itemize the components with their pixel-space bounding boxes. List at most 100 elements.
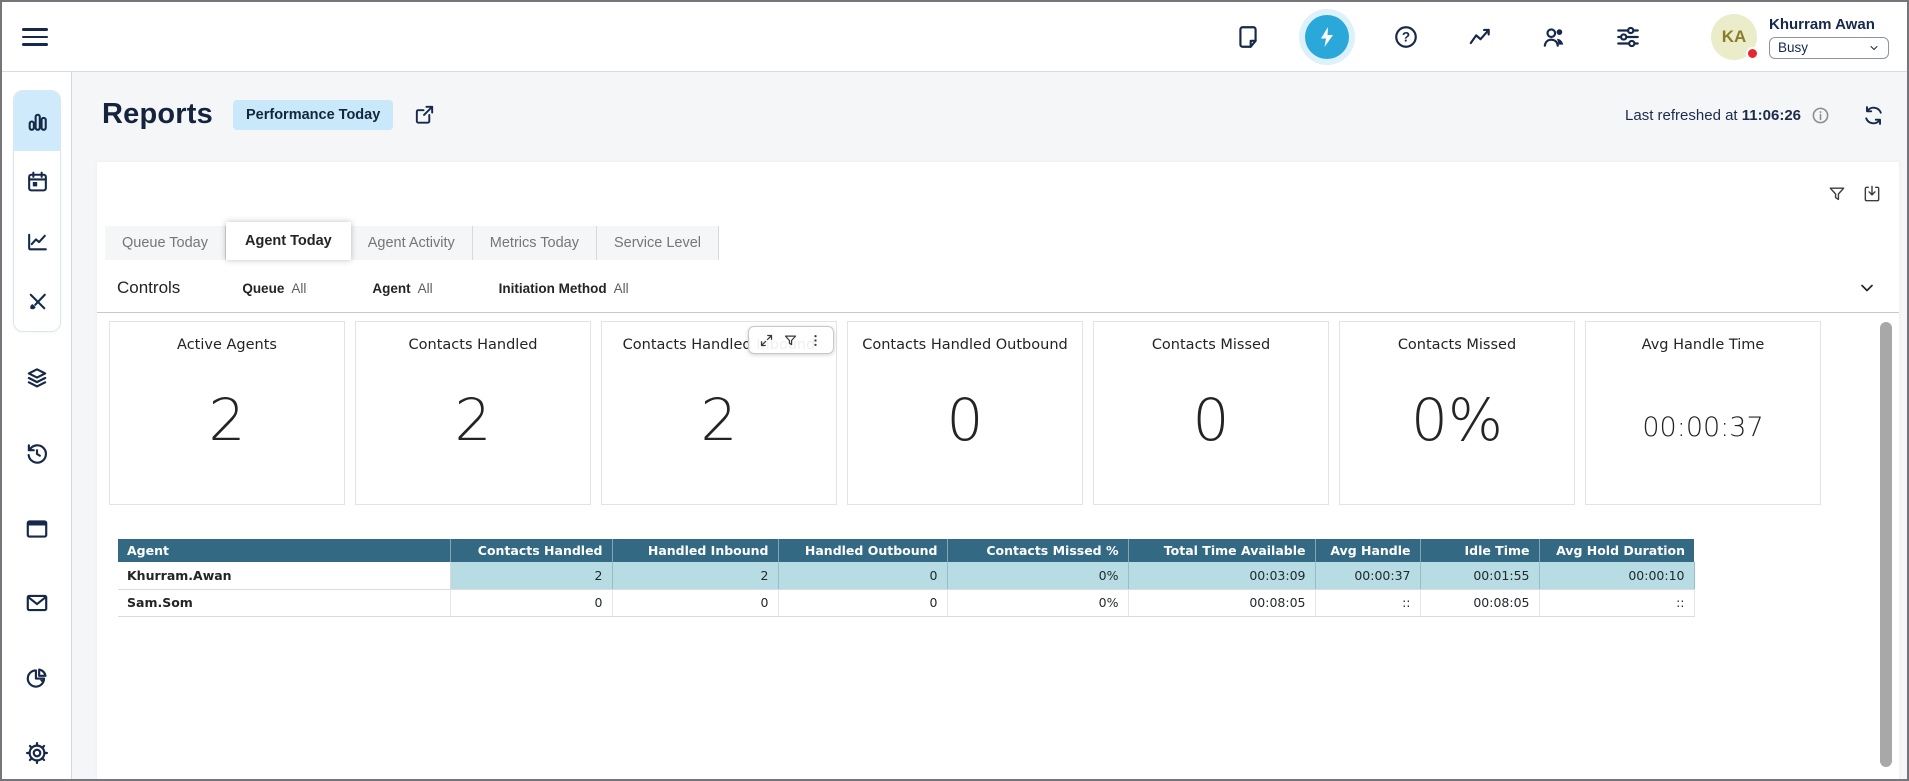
filter-agent[interactable]: Agent All [372, 281, 432, 296]
line-chart-icon [25, 229, 50, 254]
export-icon[interactable] [1862, 184, 1882, 204]
note-icon[interactable] [1235, 24, 1261, 50]
kpi-value: 0 [1094, 386, 1328, 454]
col-handled-inbound[interactable]: Handled Inbound [612, 539, 778, 562]
bar-chart-icon [25, 109, 50, 134]
kpi-value: 0 [848, 386, 1082, 454]
page-header: Reports Performance Today [102, 98, 436, 131]
controls-divider [97, 312, 1899, 313]
kpi-value: 2 [356, 386, 590, 454]
col-total-time-available[interactable]: Total Time Available [1128, 539, 1315, 562]
svg-text:?: ? [1402, 30, 1410, 45]
bolt-icon [1315, 25, 1339, 49]
kpi-card-contacts-missed: Contacts Missed 0 [1093, 321, 1329, 505]
last-refreshed: Last refreshed at 11:06:26 [1625, 104, 1885, 127]
kpi-card-active-agents: Active Agents 2 [109, 321, 345, 505]
report-toolbar [1827, 184, 1882, 204]
avatar-initials: KA [1722, 27, 1747, 47]
table-header-row: Agent Contacts Handled Handled Inbound H… [118, 539, 1694, 562]
chevron-down-icon [1868, 42, 1880, 54]
sidebar-item-settings[interactable] [24, 738, 50, 768]
external-link-icon[interactable] [413, 103, 436, 126]
sidebar-item-history[interactable] [24, 439, 50, 469]
status-dot [1746, 47, 1759, 60]
info-icon[interactable] [1811, 106, 1830, 125]
sidebar-item-historical-metrics[interactable] [14, 211, 60, 271]
status-select[interactable]: Busy [1769, 37, 1889, 59]
history-icon [24, 441, 50, 467]
kpi-card-contacts-handled: Contacts Handled 2 [355, 321, 591, 505]
pie-chart-icon [24, 665, 50, 691]
kpi-value: 2 [602, 386, 836, 454]
analytics-icon[interactable] [1467, 24, 1493, 50]
sidebar-item-messages[interactable] [24, 588, 50, 618]
col-idle-time[interactable]: Idle Time [1420, 539, 1539, 562]
sidebar-item-report-designer[interactable] [14, 271, 60, 331]
sidebar [2, 72, 72, 779]
col-avg-hold-duration[interactable]: Avg Hold Duration [1539, 539, 1694, 562]
calendar-icon [25, 169, 50, 194]
kpi-value: 0% [1340, 386, 1574, 454]
visual-hover-toolbar [748, 326, 834, 354]
expand-icon[interactable] [759, 333, 774, 348]
quick-actions-button[interactable] [1299, 9, 1355, 65]
filter-icon[interactable] [783, 333, 798, 348]
page-title: Reports [102, 98, 213, 131]
sidebar-item-scheduled-reports[interactable] [14, 151, 60, 211]
gear-icon [24, 740, 50, 766]
last-refreshed-label: Last refreshed at [1625, 107, 1738, 124]
help-icon[interactable]: ? [1393, 24, 1419, 50]
sidebar-report-group [13, 90, 61, 332]
col-contacts-missed-pct[interactable]: Contacts Missed % [947, 539, 1128, 562]
table-row: Sam.Som 0 0 0 0% 00:08:05 :: 00:08:05 :: [118, 589, 1694, 616]
controls-bar: Controls Queue All Agent All Initiation … [117, 266, 695, 310]
window-icon [24, 516, 50, 542]
agent-table: Agent Contacts Handled Handled Inbound H… [118, 539, 1695, 617]
kpi-card-contacts-missed-pct: Contacts Missed 0% [1339, 321, 1575, 505]
report-badge: Performance Today [233, 100, 393, 130]
top-bar: ? KA [2, 2, 1907, 72]
main-content: Reports Performance Today Last refreshed… [72, 72, 1907, 779]
filter-queue[interactable]: Queue All [242, 281, 306, 296]
kpi-card-contacts-handled-inbound: Contacts Handled Inbound 2 [601, 321, 837, 505]
col-avg-handle[interactable]: Avg Handle [1315, 539, 1420, 562]
sliders-icon[interactable] [1615, 24, 1641, 50]
more-icon[interactable] [808, 333, 823, 348]
report-panel: Queue Today Agent Today Agent Activity M… [97, 162, 1899, 779]
filter-icon[interactable] [1827, 184, 1847, 204]
sidebar-item-realtime-metrics[interactable] [14, 91, 60, 151]
tab-queue-today[interactable]: Queue Today [105, 226, 226, 260]
sidebar-item-analytics[interactable] [24, 663, 50, 693]
report-tabs: Queue Today Agent Today Agent Activity M… [105, 222, 719, 260]
controls-collapse-chevron-icon[interactable] [1857, 278, 1877, 298]
tab-agent-activity[interactable]: Agent Activity [351, 226, 473, 260]
user-name: Khurram Awan [1769, 16, 1889, 33]
controls-title: Controls [117, 278, 180, 298]
layers-icon [24, 365, 50, 391]
table-row: Khurram.Awan 2 2 0 0% 00:03:09 00:00:37 … [118, 562, 1694, 589]
design-icon [25, 289, 50, 314]
col-handled-outbound[interactable]: Handled Outbound [778, 539, 947, 562]
sidebar-item-collections[interactable] [24, 363, 50, 393]
kpi-cards: Active Agents 2 Contacts Handled 2 Conta… [109, 321, 1821, 505]
col-contacts-handled[interactable]: Contacts Handled [450, 539, 612, 562]
mail-icon [24, 590, 50, 616]
avatar[interactable]: KA [1711, 14, 1757, 60]
tab-service-level[interactable]: Service Level [597, 226, 719, 260]
kpi-value: 2 [110, 386, 344, 454]
user-area: KA Khurram Awan Busy [1711, 14, 1889, 60]
tab-agent-today[interactable]: Agent Today [226, 222, 351, 260]
hamburger-menu-icon[interactable] [22, 23, 48, 49]
tab-metrics-today[interactable]: Metrics Today [473, 226, 597, 260]
kpi-card-contacts-handled-outbound: Contacts Handled Outbound 0 [847, 321, 1083, 505]
filter-initiation-method[interactable]: Initiation Method All [499, 281, 629, 296]
col-agent[interactable]: Agent [118, 539, 450, 562]
users-icon[interactable] [1541, 24, 1567, 50]
sidebar-item-dashboards[interactable] [24, 514, 50, 544]
status-select-value: Busy [1778, 40, 1808, 55]
app-window: ? KA [0, 0, 1909, 781]
kpi-value: 00:00:37 [1586, 412, 1820, 443]
topbar-actions: ? KA [1235, 2, 1889, 72]
refresh-icon[interactable] [1862, 104, 1885, 127]
vertical-scrollbar[interactable] [1880, 322, 1892, 767]
